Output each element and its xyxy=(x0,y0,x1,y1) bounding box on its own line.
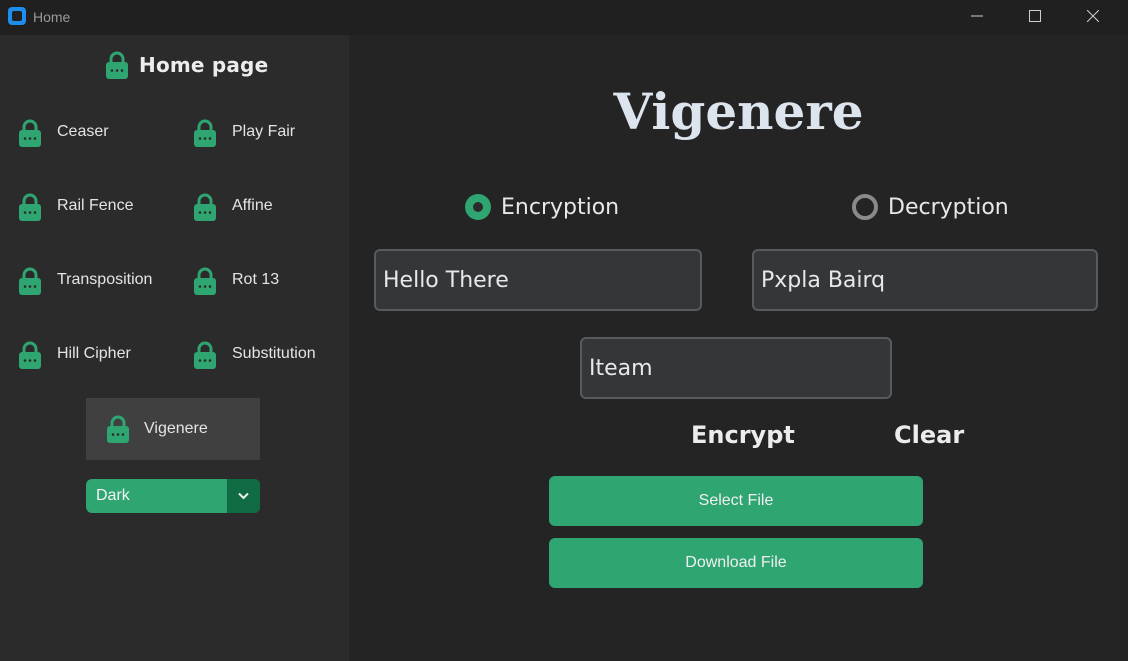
plaintext-field[interactable] xyxy=(374,249,702,311)
sidebar-item-label: Ceaser xyxy=(57,123,109,140)
download-file-button[interactable]: Download File xyxy=(549,538,923,588)
sidebar-title: Home page xyxy=(139,53,269,77)
lock-icon xyxy=(19,267,41,295)
theme-dropdown[interactable]: Dark xyxy=(86,479,260,513)
lock-icon xyxy=(194,267,216,295)
lock-icon xyxy=(19,193,41,221)
sidebar-item-label: Hill Cipher xyxy=(57,345,131,362)
minimize-button[interactable] xyxy=(948,0,1006,35)
sidebar-item-label: Transposition xyxy=(57,271,153,288)
close-icon xyxy=(1087,10,1099,22)
encryption-radio-label: Encryption xyxy=(501,195,620,220)
sidebar-item-label: Substitution xyxy=(232,345,316,362)
decryption-radio-label: Decryption xyxy=(888,195,1009,220)
ciphertext-field[interactable] xyxy=(752,249,1098,311)
ciphertext-input[interactable] xyxy=(761,251,1069,309)
select-file-button[interactable]: Select File xyxy=(549,476,923,526)
title-bar: Home xyxy=(0,0,1128,35)
key-input[interactable] xyxy=(589,339,867,397)
lock-icon xyxy=(194,341,216,369)
theme-dropdown-value: Dark xyxy=(96,487,130,504)
close-button[interactable] xyxy=(1064,0,1122,35)
minimize-icon xyxy=(971,15,983,17)
sidebar-item-label: Rot 13 xyxy=(232,271,280,288)
window-title: Home xyxy=(33,9,71,25)
sidebar-item-label: Play Fair xyxy=(232,123,296,140)
page-title: Vigenere xyxy=(613,82,864,141)
radio-checked-indicator xyxy=(465,194,491,220)
maximize-icon xyxy=(1029,10,1041,22)
lock-icon xyxy=(19,119,41,147)
lock-icon xyxy=(107,415,129,443)
maximize-button[interactable] xyxy=(1006,0,1064,35)
sidebar-item-label: Rail Fence xyxy=(57,197,134,214)
sidebar-item-vigenere[interactable]: Vigenere xyxy=(86,398,260,460)
clear-button[interactable]: Clear xyxy=(894,421,964,449)
lock-icon xyxy=(194,193,216,221)
key-field[interactable] xyxy=(580,337,892,399)
lock-icon xyxy=(106,51,128,79)
chevron-down-icon xyxy=(238,492,249,500)
plaintext-input[interactable] xyxy=(383,251,675,309)
sidebar-item-label: Affine xyxy=(232,197,273,214)
theme-dropdown-arrow[interactable] xyxy=(227,479,260,513)
sidebar-item-label: Vigenere xyxy=(144,420,208,437)
sidebar: Home page Ceaser Play Fair Rail Fence Af… xyxy=(0,35,349,661)
lock-icon xyxy=(194,119,216,147)
encrypt-button[interactable]: Encrypt xyxy=(691,421,795,449)
app-logo-icon xyxy=(8,7,26,25)
radio-unchecked-indicator xyxy=(852,194,878,220)
lock-icon xyxy=(19,341,41,369)
